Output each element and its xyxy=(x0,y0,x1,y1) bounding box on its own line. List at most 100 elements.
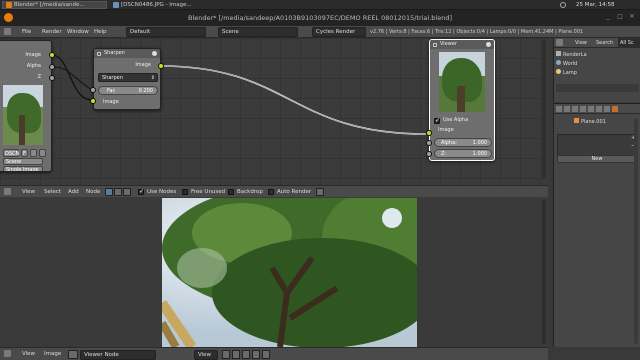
sharpen-node[interactable]: Sharpen Image Sharpen ⇕ Fac 0.200 Image xyxy=(93,48,161,110)
menu-help[interactable]: Help xyxy=(94,28,107,36)
outliner-empty-row xyxy=(556,84,639,92)
preview-toggle-icon[interactable] xyxy=(152,51,157,56)
properties-scrollbar[interactable] xyxy=(634,118,638,344)
collapse-icon[interactable] xyxy=(433,43,437,47)
outliner-header: View Search All Sc xyxy=(554,38,640,48)
menu-view[interactable]: View xyxy=(22,188,35,196)
new-image-icon[interactable] xyxy=(30,149,37,157)
menu-render[interactable]: Render xyxy=(42,28,62,36)
socket-sharpen-in[interactable] xyxy=(90,98,96,104)
compositing-nodes-icon[interactable] xyxy=(114,188,122,196)
dropdown-arrows-icon: ⇕ xyxy=(150,75,155,81)
node-editor[interactable]: Image Alpha Z DSCN F Scene Single Image … xyxy=(0,38,548,185)
task-image-viewer[interactable]: [DSCN0486.JPG - Image... xyxy=(110,1,215,9)
fake-user-toggle[interactable]: F xyxy=(21,149,28,157)
material-tab-icon[interactable] xyxy=(612,106,618,112)
image-select[interactable]: Viewer Node xyxy=(80,350,156,360)
view-mode-select[interactable]: View xyxy=(194,350,218,360)
maximize-button[interactable]: □ xyxy=(616,13,624,21)
backdrop-checkbox[interactable] xyxy=(228,189,234,195)
menu-select[interactable]: Select xyxy=(44,188,61,196)
socket-image-out[interactable] xyxy=(49,52,55,58)
color-display-icon[interactable] xyxy=(242,350,250,359)
menu-image[interactable]: Image xyxy=(44,350,61,358)
render-tab-icon[interactable] xyxy=(556,106,562,112)
outliner-item-world[interactable]: World xyxy=(556,60,577,68)
outliner-display-mode[interactable]: All Sc xyxy=(618,38,640,48)
use-alpha-checkbox[interactable] xyxy=(434,117,440,124)
data-tab-icon[interactable] xyxy=(604,106,610,112)
snap-icon[interactable] xyxy=(232,350,240,359)
output-z-label: Z xyxy=(37,74,41,80)
editor-type-image-icon[interactable] xyxy=(4,350,11,357)
menu-window[interactable]: Window xyxy=(67,28,89,36)
snap-icon[interactable] xyxy=(316,188,324,196)
pivot-icon[interactable] xyxy=(222,350,230,359)
texture-nodes-icon[interactable] xyxy=(123,188,131,196)
menu-file[interactable]: File xyxy=(22,28,31,36)
image-thumbnail xyxy=(3,85,43,145)
object-breadcrumb: Plane.001 xyxy=(556,118,639,127)
layers-tab-icon[interactable] xyxy=(564,106,570,112)
task-blender[interactable]: Blender* [/media/sande... xyxy=(2,1,107,9)
socket-fac-in[interactable] xyxy=(90,87,96,93)
menu-node[interactable]: Node xyxy=(86,188,100,196)
editor-type-outliner-icon[interactable] xyxy=(556,39,563,46)
socket-sharpen-out[interactable] xyxy=(158,63,164,69)
outliner[interactable]: View Search All Sc RenderLa World Lamp xyxy=(553,38,640,102)
shader-nodes-icon[interactable] xyxy=(105,188,113,196)
render-engine-select[interactable]: Cycles Render xyxy=(312,27,366,37)
z-display-icon[interactable] xyxy=(262,350,270,359)
image-type-select[interactable]: Single Image xyxy=(3,166,43,171)
image-editor-scrollbar[interactable] xyxy=(542,199,546,344)
socket-z-out[interactable] xyxy=(49,75,55,81)
new-material-button[interactable]: New xyxy=(557,155,637,163)
modifiers-tab-icon[interactable] xyxy=(596,106,602,112)
outliner-tab-view[interactable]: View xyxy=(575,39,587,47)
node-editor-scrollbar[interactable] xyxy=(542,40,546,178)
viewer-z-field[interactable]: Z: 1.000 xyxy=(434,149,492,158)
image-viewer-app-icon xyxy=(113,2,119,8)
scene-select[interactable]: Scene xyxy=(218,27,298,37)
viewer-node[interactable]: Viewer Use Alpha Image Alpha: 1.000 Z: 1… xyxy=(429,39,495,161)
source-select[interactable]: Scene xyxy=(3,158,43,165)
image-editor[interactable] xyxy=(0,197,548,347)
filter-type-select[interactable]: Sharpen ⇕ xyxy=(98,73,158,82)
outliner-tab-search[interactable]: Search xyxy=(596,39,613,47)
preview-toggle-icon[interactable] xyxy=(486,42,491,47)
screen-layout-select[interactable]: Default xyxy=(126,27,206,37)
socket-viewer-z-in[interactable] xyxy=(426,151,432,157)
backdrop-label: Backdrop xyxy=(237,189,263,195)
viewer-preview xyxy=(439,52,485,112)
alpha-display-icon[interactable] xyxy=(252,350,260,359)
properties-panel[interactable]: Plane.001 + − New xyxy=(553,103,640,347)
viewer-alpha-field[interactable]: Alpha: 1.000 xyxy=(434,138,492,147)
volume-icon[interactable] xyxy=(560,2,566,8)
editor-type-info-icon[interactable] xyxy=(4,28,11,35)
world-tab-icon[interactable] xyxy=(580,106,586,112)
socket-viewer-image-in[interactable] xyxy=(426,130,432,136)
browse-image-icon[interactable] xyxy=(68,350,78,359)
close-button[interactable]: ✕ xyxy=(628,13,636,21)
socket-alpha-out[interactable] xyxy=(49,64,55,70)
menu-view[interactable]: View xyxy=(22,350,35,358)
outliner-item-renderlayers[interactable]: RenderLa xyxy=(556,51,587,59)
open-image-icon[interactable] xyxy=(39,149,46,157)
object-tab-icon[interactable] xyxy=(588,106,594,112)
auto-render-checkbox[interactable] xyxy=(268,189,274,195)
outliner-item-lamp[interactable]: Lamp xyxy=(556,69,577,77)
image-file-field[interactable]: DSCN xyxy=(3,149,19,157)
socket-viewer-alpha-in[interactable] xyxy=(426,140,432,146)
menu-add[interactable]: Add xyxy=(68,188,79,196)
editor-type-node-icon[interactable] xyxy=(4,188,11,195)
material-slot-list[interactable] xyxy=(557,134,637,156)
window-titlebar: Blender* [/media/sandeep/A0103B9103097EC… xyxy=(0,10,640,26)
image-editor-header: View Image Viewer Node View xyxy=(0,347,548,360)
image-input-node[interactable]: Image Alpha Z DSCN F Scene Single Image xyxy=(0,40,52,172)
minimize-button[interactable]: _ xyxy=(604,13,612,21)
collapse-icon[interactable] xyxy=(97,52,101,56)
free-unused-checkbox[interactable] xyxy=(182,189,188,195)
scene-tab-icon[interactable] xyxy=(572,106,578,112)
fac-field[interactable]: Fac 0.200 xyxy=(98,86,158,95)
use-nodes-checkbox[interactable] xyxy=(138,188,144,195)
